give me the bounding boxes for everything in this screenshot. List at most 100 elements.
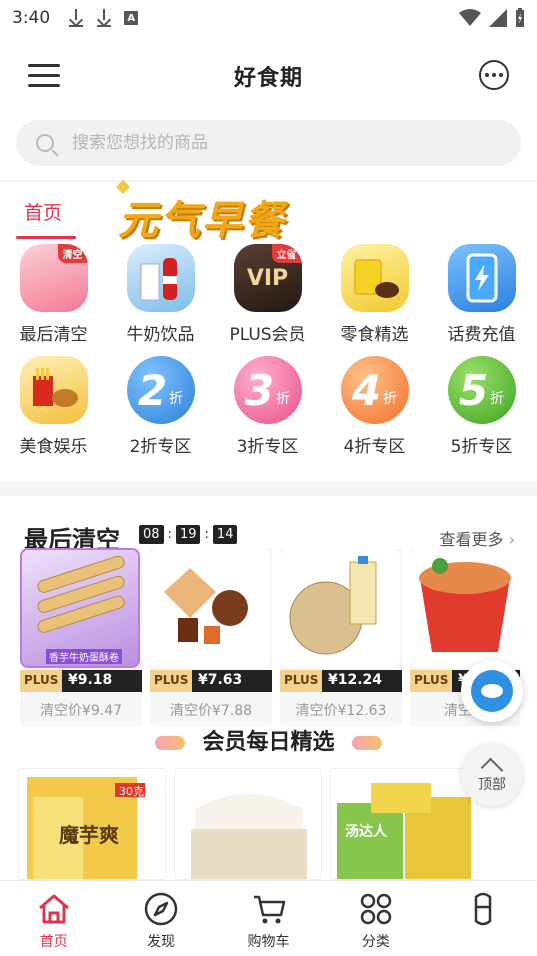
category-grid: 清空 最后清空 牛奶饮品 VIP 立省 PLUS会员 零食精选 话费充值 美食娱…: [0, 244, 537, 468]
menu-button[interactable]: [28, 64, 60, 88]
phone-topup-icon: [447, 244, 516, 312]
badge: 清空: [57, 244, 88, 263]
category-item[interactable]: 2折 2折专区: [107, 356, 214, 468]
category-item[interactable]: 牛奶饮品: [107, 244, 214, 356]
discount-2-icon: 2折: [126, 356, 195, 424]
countdown-seconds: 14: [212, 525, 238, 544]
category-label: 话费充值: [447, 325, 516, 345]
tab-label: 购物车: [247, 934, 290, 950]
category-label: PLUS会员: [229, 325, 306, 345]
plus-label: PLUS: [150, 670, 192, 692]
snack-icon: [340, 244, 409, 312]
search-input[interactable]: [72, 133, 452, 153]
daily-product-text: 魔芋爽: [59, 823, 119, 847]
profile-icon: [475, 892, 492, 926]
daily-pick-title: 会员每日精选: [0, 724, 537, 756]
product-caption: 香芋牛奶蛋酥卷: [46, 649, 122, 664]
tab-cart[interactable]: 购物车: [215, 881, 322, 956]
category-item[interactable]: 4折 4折专区: [321, 356, 428, 468]
category-label: 4折专区: [343, 437, 406, 457]
product-original-price: 清空价¥7.88: [169, 703, 253, 719]
daily-product-text: 汤达人: [345, 824, 387, 840]
product-card[interactable]: PLUS ¥7.63 清空价¥7.88: [150, 548, 272, 726]
product-row: 香芋牛奶蛋酥卷 PLUS ¥9.18 清空价¥9.47 PLUS ¥7.63 清…: [20, 548, 520, 726]
customer-service-icon: [471, 670, 513, 712]
product-price: ¥7.63: [192, 670, 272, 692]
category-item[interactable]: 3折 3折专区: [214, 356, 321, 468]
category-label: 牛奶饮品: [126, 325, 195, 345]
daily-product-card[interactable]: 魔芋爽 30克: [18, 768, 166, 880]
daily-product-card[interactable]: 汤达人: [330, 768, 478, 880]
discount-number: 3: [244, 365, 275, 415]
discount-number: 4: [351, 365, 382, 415]
app-title: 好食期: [233, 66, 303, 91]
signal-icon: [489, 9, 507, 27]
milk-drink-icon: [126, 244, 195, 312]
category-item[interactable]: 美食娱乐: [0, 356, 107, 468]
vip-text: VIP: [246, 265, 289, 291]
food-fun-icon: [19, 356, 88, 424]
tab-label: 首页: [39, 934, 68, 950]
discount-number: 5: [458, 365, 489, 415]
discount-4-icon: 4折: [340, 356, 409, 424]
countdown-hours: 08: [139, 525, 164, 544]
compass-icon: [144, 892, 178, 926]
search-bar[interactable]: [16, 120, 521, 166]
daily-pick-row: 魔芋爽 30克 汤达人: [18, 768, 478, 880]
daily-product-card[interactable]: [174, 768, 322, 880]
category-label: 5折专区: [450, 437, 513, 457]
tab-label: 分类: [361, 934, 390, 950]
home-icon: [38, 894, 69, 924]
bottom-tab-bar: 首页 发现 购物车 分类: [0, 880, 537, 956]
category-label: 美食娱乐: [19, 437, 88, 457]
banner-title[interactable]: 元气早餐: [118, 188, 286, 246]
daily-pick-heading: 会员每日精选: [202, 730, 335, 755]
discount-unit: 折: [383, 391, 398, 407]
back-to-top-button[interactable]: 顶部: [461, 744, 523, 806]
category-item[interactable]: 零食精选: [321, 244, 428, 356]
badge: 立省: [271, 244, 302, 263]
customer-service-button[interactable]: [461, 660, 523, 722]
app-header: 好食期: [0, 36, 537, 116]
discount-5-icon: 5折: [447, 356, 516, 424]
wifi-icon: [459, 9, 481, 26]
a-app-icon: A: [124, 11, 139, 25]
decor-swirl-icon: [154, 736, 185, 750]
clearance-icon: 清空: [19, 244, 88, 312]
view-more-link[interactable]: 查看更多 ›: [439, 526, 515, 550]
product-card[interactable]: PLUS ¥12.24 清空价¥12.63: [280, 548, 402, 726]
tab-profile[interactable]: [430, 881, 537, 956]
tab-home[interactable]: 首页: [0, 881, 107, 956]
download-icon: [96, 9, 112, 27]
product-image: [410, 548, 520, 668]
category-label: 3折专区: [236, 437, 299, 457]
product-card[interactable]: 香芋牛奶蛋酥卷 PLUS ¥9.18 清空价¥9.47: [20, 548, 142, 726]
discount-unit: 折: [490, 391, 505, 407]
daily-product-tag: 30克: [119, 785, 144, 798]
menu-icon: [28, 64, 60, 67]
category-item[interactable]: 5折 5折专区: [428, 356, 535, 468]
product-price: ¥9.18: [62, 670, 142, 692]
countdown-minutes: 19: [175, 525, 201, 544]
category-label: 2折专区: [129, 437, 192, 457]
plus-label: PLUS: [410, 670, 452, 692]
plus-label: PLUS: [280, 670, 322, 692]
product-image: 香芋牛奶蛋酥卷: [20, 548, 140, 668]
cart-icon: [253, 895, 285, 924]
tab-discover[interactable]: 发现: [107, 881, 214, 956]
category-item[interactable]: 清空 最后清空: [0, 244, 107, 356]
category-item[interactable]: 话费充值: [428, 244, 535, 356]
category-label: 最后清空: [19, 325, 88, 345]
search-icon: [36, 134, 54, 152]
tab-label: 发现: [147, 934, 176, 950]
divider: [0, 482, 537, 496]
status-time: 3:40: [12, 8, 51, 28]
tab-home[interactable]: 首页: [24, 198, 62, 225]
discount-unit: 折: [169, 391, 184, 407]
category-item[interactable]: VIP 立省 PLUS会员: [214, 244, 321, 356]
view-more-label: 查看更多: [439, 530, 504, 549]
product-image: [150, 548, 270, 668]
countdown-timer: 08 : 19 : 14: [139, 525, 238, 544]
tab-category[interactable]: 分类: [322, 881, 429, 956]
message-button[interactable]: [479, 60, 509, 90]
